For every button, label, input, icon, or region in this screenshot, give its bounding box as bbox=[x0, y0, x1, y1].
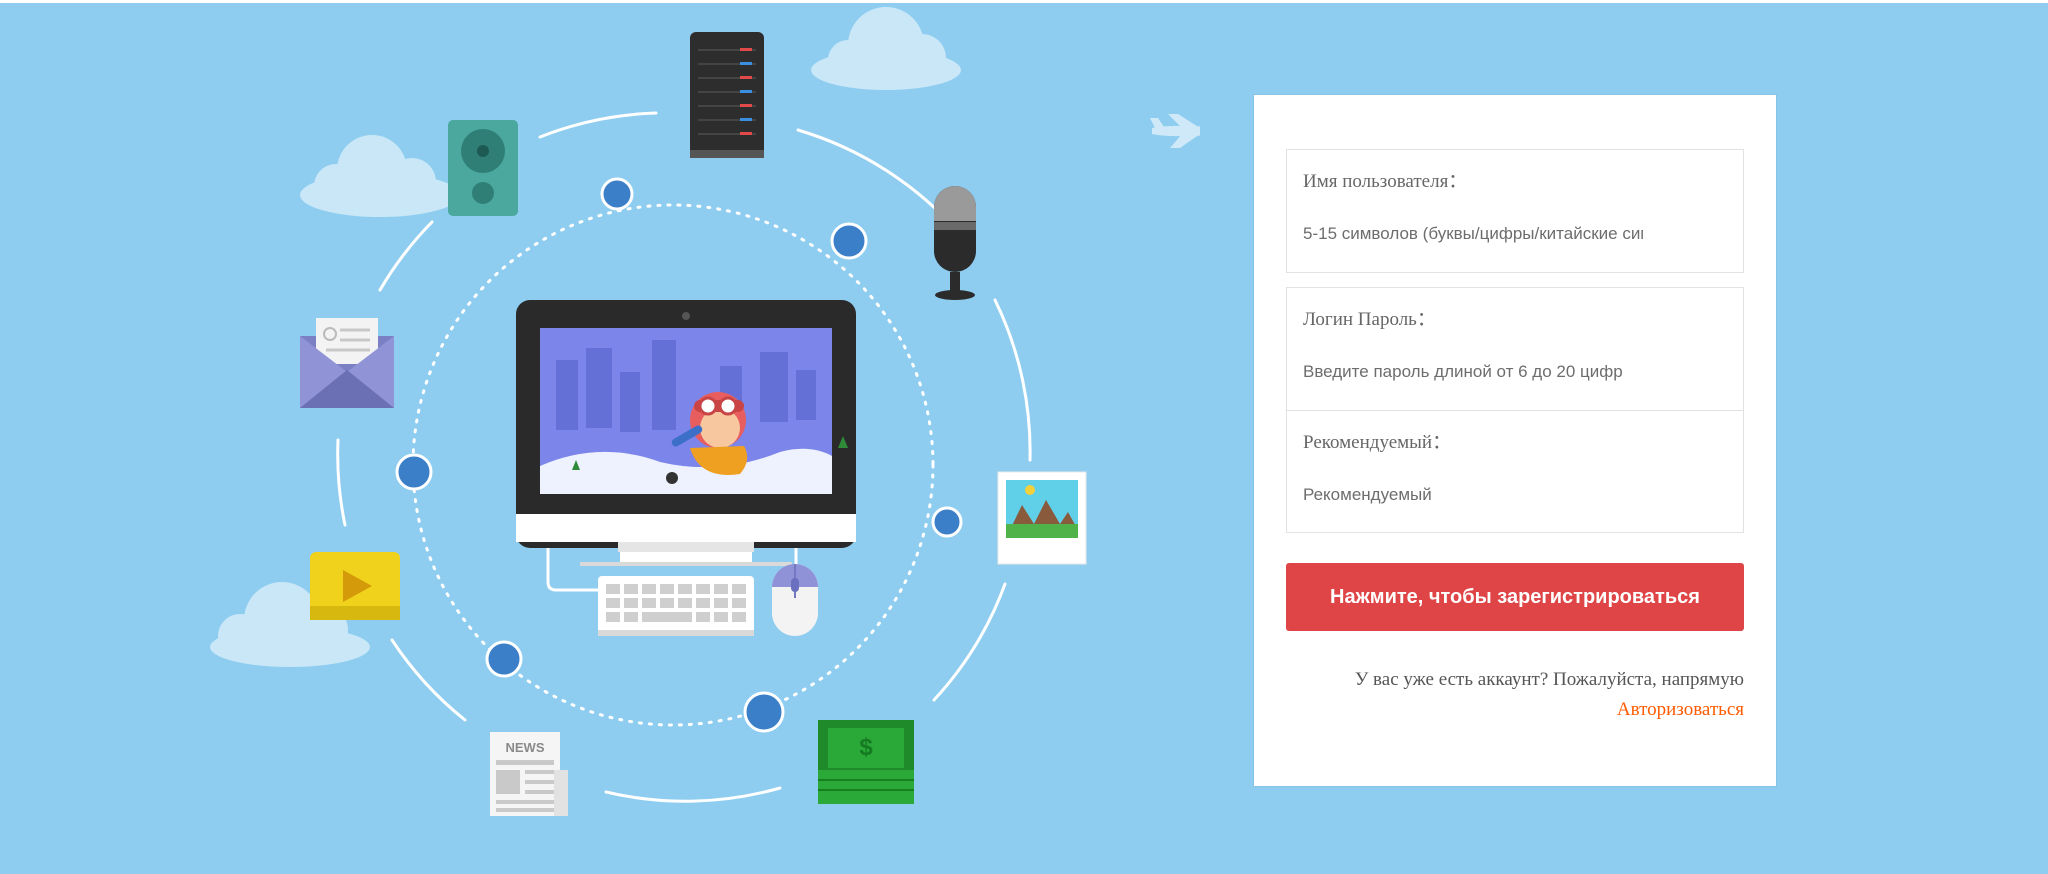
keyboard-cable bbox=[546, 548, 600, 592]
money-icon: $ bbox=[818, 720, 914, 804]
referrer-field: Рекомендуемый： bbox=[1286, 410, 1744, 533]
microphone-icon bbox=[934, 186, 976, 300]
register-button[interactable]: Нажмите, чтобы зарегистрироваться bbox=[1286, 563, 1744, 631]
money-symbol: $ bbox=[859, 734, 873, 761]
newspaper-masthead: NEWS bbox=[506, 740, 545, 755]
hero-illustration: NEWS $ bbox=[0, 0, 1200, 874]
username-label: Имя пользователя： bbox=[1303, 171, 1468, 192]
image-icon bbox=[997, 471, 1087, 565]
video-play-icon bbox=[310, 552, 400, 620]
cloud-icon bbox=[811, 7, 961, 90]
monitor-icon bbox=[516, 300, 856, 566]
mouse-icon bbox=[772, 564, 818, 636]
newspaper-icon: NEWS bbox=[490, 732, 568, 816]
existing-account-text: У вас уже есть аккаунт? Пожалуйста, напр… bbox=[1354, 669, 1744, 690]
airplane-icon bbox=[1150, 114, 1200, 148]
server-icon bbox=[690, 32, 764, 158]
referrer-input[interactable] bbox=[1303, 483, 1643, 507]
username-field: Имя пользователя： bbox=[1286, 149, 1744, 273]
login-link[interactable]: Авторизоваться bbox=[1617, 695, 1744, 725]
password-field: Логин Пароль： bbox=[1286, 287, 1744, 411]
cloud-icon bbox=[300, 135, 460, 217]
password-input[interactable] bbox=[1303, 360, 1643, 384]
keyboard-icon bbox=[598, 576, 754, 636]
password-label: Логин Пароль： bbox=[1303, 309, 1436, 330]
referrer-label: Рекомендуемый： bbox=[1303, 432, 1452, 453]
speaker-icon bbox=[448, 120, 518, 216]
username-input[interactable] bbox=[1303, 222, 1643, 246]
registration-panel: Имя пользователя： Логин Пароль： Рекоменд… bbox=[1254, 95, 1776, 786]
envelope-icon bbox=[300, 318, 394, 408]
